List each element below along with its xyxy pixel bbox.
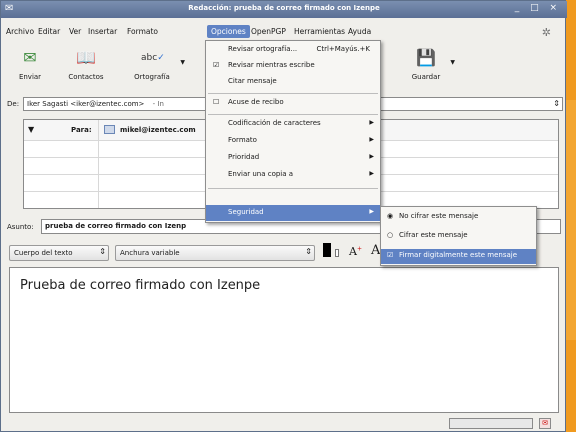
body-text: Prueba de correo firmado con Izenpe [20,278,261,293]
menu-item-label: Enviar una copia a [228,170,294,178]
security-status-icon[interactable]: ✉ [539,418,551,429]
font-select[interactable]: Anchura variable ⇕ [115,245,315,261]
send-label: Enviar [18,73,42,81]
submenu-arrow-icon: ▶ [369,119,374,126]
menu-opciones[interactable]: Opciones [207,25,250,38]
menu-item-label: Revisar mientras escribe [228,61,315,69]
unchecked-icon: ☐ [213,98,220,106]
font-value: Anchura variable [120,249,180,257]
from-label: De: [7,100,20,108]
recipient-type-label[interactable]: Para: [71,126,92,134]
save-button[interactable]: 💾 Guardar ▼ [397,47,455,81]
send-button[interactable]: ✉ Enviar [1,47,59,81]
message-body[interactable]: Prueba de correo firmado con Izenpe [9,267,559,413]
submenu-arrow-icon: ▶ [369,208,374,215]
recipient-marker-icon: ▼ [28,125,35,134]
menu-item-label: Acuse de recibo [228,98,284,106]
checked-icon: ☑ [387,251,394,259]
menu-herramientas[interactable]: Herramientas [294,27,345,36]
paragraph-style-select[interactable]: Cuerpo del texto ⇕ [9,245,109,261]
contacts-button[interactable]: 📖 Contactos [57,47,115,81]
submenu-arrow-icon: ▶ [369,170,374,177]
menu-item-label: Revisar ortografía... [228,45,298,53]
checked-icon: ☑ [213,61,220,69]
menu-item-revisar-ortografia[interactable]: Revisar ortografía... Ctrl+Mayús.+K [206,45,380,59]
menu-item-codificacion[interactable]: Codificación de caracteres ▶ [206,119,380,133]
opciones-menu: Revisar ortografía... Ctrl+Mayús.+K ☑ Re… [205,40,381,223]
activity-throbber-icon: ✲ [541,26,551,39]
menu-openpgp[interactable]: OpenPGP [251,27,286,36]
menu-item-firmar-digitalmente[interactable]: ☑ Firmar digitalmente este mensaje [381,249,536,264]
spellcheck-icon: abc✓ [141,53,165,63]
menu-item-enviar-copia[interactable]: Enviar una copia a ▶ [206,170,380,184]
menu-formato[interactable]: Formato [127,27,158,36]
seguridad-submenu: ◉ No cifrar este mensaje ○ Cifrar este m… [380,206,537,266]
spellcheck-label: Ortografía [134,73,170,81]
radio-unselected-icon: ○ [387,231,394,239]
from-value: Iker Sagasti <iker@izentec.com> [27,100,145,108]
menu-editar[interactable]: Editar [38,27,60,36]
spellcheck-dropdown-arrow-icon[interactable]: ▼ [180,59,185,66]
menu-item-no-cifrar[interactable]: ◉ No cifrar este mensaje [381,212,536,226]
menu-item-cifrar[interactable]: ○ Cifrar este mensaje [381,231,536,245]
progress-bar [449,418,533,429]
menu-item-citar-mensaje[interactable]: Citar mensaje [206,77,380,91]
menu-archivo[interactable]: Archivo [6,27,34,36]
menu-bar: Archivo Editar Ver Insertar Formato Opci… [1,24,567,41]
menu-ayuda[interactable]: Ayuda [348,27,371,36]
subject-value: prueba de correo firmado con Izenp [45,222,187,230]
menu-item-label: Citar mensaje [228,77,277,85]
shortcut-label: Ctrl+Mayús.+K [316,45,370,53]
paragraph-style-arrow-icon: ⇕ [99,247,106,256]
subject-label: Asunto: [7,223,34,231]
menu-item-label: Cifrar este mensaje [399,231,468,239]
status-bar: ✉ [1,415,567,432]
radio-selected-icon: ◉ [387,212,394,220]
font-larger-icon[interactable]: A+ [349,245,362,258]
menu-item-label: Codificación de caracteres [228,119,321,127]
title-bar[interactable]: ✉ Redacción: prueba de correo firmado co… [1,1,567,18]
contact-card-icon [104,125,115,134]
save-dropdown-arrow-icon[interactable]: ▼ [450,59,455,66]
submenu-arrow-icon: ▶ [369,153,374,160]
menu-item-revisar-mientras-escribe[interactable]: ☑ Revisar mientras escribe [206,61,380,75]
menu-item-label: Seguridad [228,208,264,216]
window-controls[interactable]: _ □ × [515,3,561,13]
address-book-icon: 📖 [76,48,96,67]
save-label: Guardar [411,73,441,81]
paragraph-style-value: Cuerpo del texto [14,249,73,257]
menu-item-label: Formato [228,136,257,144]
menu-ver[interactable]: Ver [69,27,81,36]
menu-item-prioridad[interactable]: Prioridad ▶ [206,153,380,167]
contacts-label: Contactos [68,73,104,81]
background-color-icon[interactable] [335,249,339,257]
recipient-address[interactable]: mikel@izentec.com [120,126,196,134]
menu-item-formato[interactable]: Formato ▶ [206,136,380,150]
menu-item-acuse-recibo[interactable]: ☐ Acuse de recibo [206,98,380,112]
save-icon: 💾 [416,48,436,67]
submenu-arrow-icon: ▶ [369,136,374,143]
menu-insertar[interactable]: Insertar [88,27,117,36]
spellcheck-button[interactable]: abc✓ Ortografía ▼ [119,47,185,81]
send-icon: ✉ [23,48,37,67]
menu-item-label: No cifrar este mensaje [399,212,479,220]
menu-item-label: Firmar digitalmente este mensaje [399,251,518,259]
window-title: Redacción: prueba de correo firmado con … [188,4,380,12]
font-select-arrow-icon: ⇕ [305,247,312,256]
menu-item-label: Prioridad [228,153,260,161]
menu-item-seguridad[interactable]: Seguridad ▶ [206,205,380,221]
text-color-icon[interactable] [323,243,331,257]
from-select-arrow-icon: ⇕ [553,99,560,108]
font-size-icon[interactable]: A [371,243,380,258]
from-extra: - In [152,100,164,108]
